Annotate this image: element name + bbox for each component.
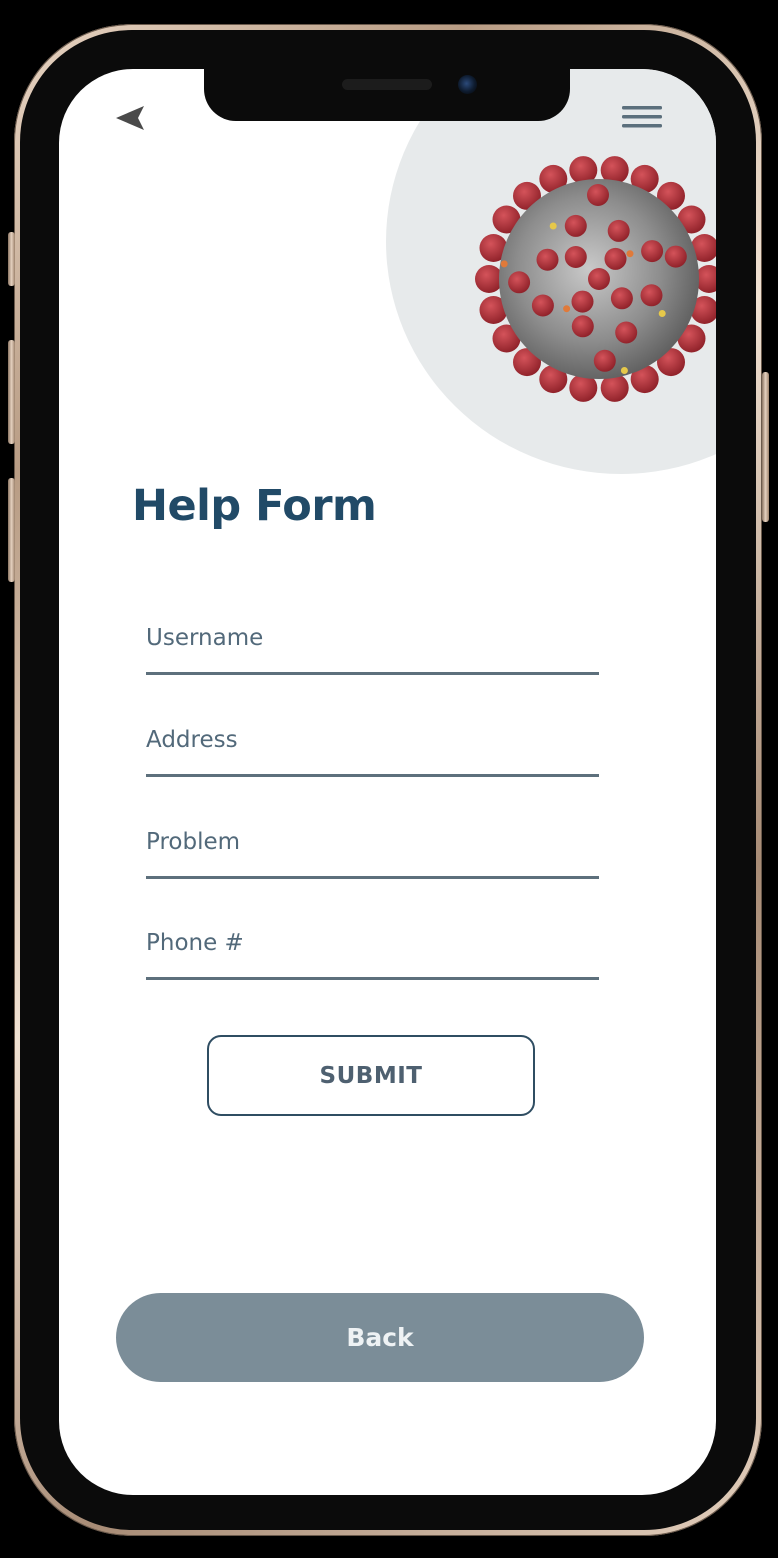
virus-particle	[658, 310, 666, 317]
virus-spike	[564, 246, 587, 268]
front-camera	[458, 75, 477, 94]
address-input[interactable]	[146, 719, 599, 777]
virus-spike	[607, 219, 630, 242]
silent-switch	[8, 232, 15, 286]
virus-spike	[641, 240, 664, 263]
virus-particle	[620, 367, 628, 374]
virus-spike	[536, 248, 559, 271]
virus-spike	[571, 290, 594, 313]
volume-up-button	[8, 340, 15, 444]
virus-spike	[640, 284, 663, 307]
app-screen: Help Form SUBMIT Back	[59, 69, 716, 1495]
volume-down-button	[8, 478, 15, 582]
submit-button[interactable]: SUBMIT	[207, 1035, 535, 1116]
virus-spike	[664, 245, 687, 268]
virus-spike	[587, 184, 609, 206]
power-button	[762, 372, 769, 522]
virus-spike	[564, 214, 587, 237]
page-title: Help Form	[132, 481, 377, 531]
username-input[interactable]	[146, 617, 599, 675]
speaker-grille	[342, 79, 432, 90]
virus-spike	[571, 315, 594, 338]
virus-particle	[626, 250, 634, 258]
virus-spike	[610, 287, 633, 310]
virus-spike	[593, 349, 616, 372]
virus-spike	[604, 247, 627, 270]
virus-spike	[508, 271, 531, 294]
virus-spike	[531, 294, 554, 317]
back-button[interactable]: Back	[116, 1293, 644, 1382]
virus-spike	[588, 268, 610, 290]
virus-spike	[615, 321, 638, 344]
hamburger-menu-icon[interactable]	[620, 102, 664, 132]
virus-spike	[475, 265, 503, 293]
notch	[204, 69, 570, 121]
coronavirus-image	[475, 156, 716, 402]
virus-particle	[549, 222, 557, 230]
chevron-left-icon[interactable]	[110, 100, 150, 136]
virus-particle	[563, 305, 571, 313]
phone-input[interactable]	[146, 922, 599, 980]
virus-particle	[500, 260, 508, 268]
problem-input[interactable]	[146, 821, 599, 879]
